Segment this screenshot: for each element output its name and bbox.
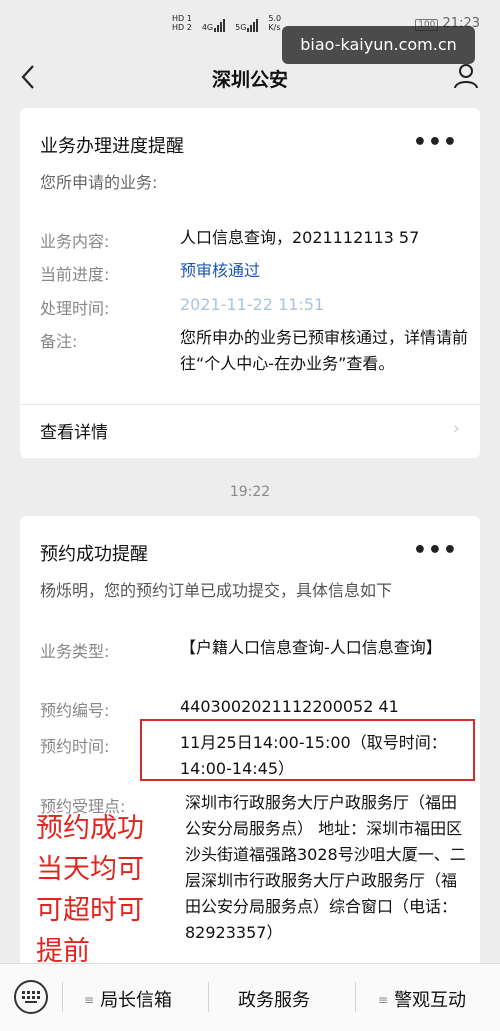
more-options-button[interactable]: ••• (413, 132, 458, 154)
keyboard-toggle-button[interactable] (14, 980, 48, 1014)
divider (355, 982, 356, 1012)
row-label: 业务类型: (40, 642, 110, 661)
more-options-button[interactable]: ••• (413, 540, 458, 562)
progress-reminder-card: 业务办理进度提醒 ••• 您所申请的业务: 业务内容: 人口信息查询，20211… (20, 108, 480, 458)
tab-police-interaction[interactable]: ≡ 警观互动 (378, 986, 466, 1012)
process-time: 2021-11-22 11:51 (180, 295, 325, 314)
divider (208, 982, 209, 1012)
view-details-link[interactable]: 查看详情 (40, 418, 108, 443)
progress-status: 预审核通过 (180, 261, 261, 280)
menu-icon: ≡ (84, 993, 95, 1007)
keyboard-icon (22, 991, 40, 1003)
card-subtitle: 杨烁明，您的预约订单已成功提交，具体信息如下 (40, 581, 393, 600)
status-icons: HD 1 HD 2 4G 5G 5.0 K/s (172, 14, 286, 32)
remark-text: 您所申办的业务已预审核通过，详情请前往“个人中心-在办业务”查看。 (180, 328, 469, 373)
profile-button[interactable] (452, 62, 480, 90)
row-value: 人口信息查询，2021112113 57 (180, 228, 420, 247)
handwritten-note: 预约成功当天均可可超时可提前 (36, 813, 144, 967)
row-label: 预约时间: (40, 737, 110, 756)
hd2-label: HD 2 (172, 23, 192, 32)
tab-label: 政务服务 (238, 990, 310, 1011)
tab-government-services[interactable]: 政务服务 (238, 986, 310, 1012)
card-title: 预约成功提醒 (40, 544, 148, 565)
message-timestamp: 19:22 (229, 484, 271, 500)
card-subtitle: 您所申请的业务: (40, 173, 158, 192)
signal-icon-2: 5G (235, 19, 259, 32)
hd1-label: HD 1 (172, 14, 192, 23)
nav-bar: 深圳公安 (0, 52, 500, 104)
row-label: 处理时间: (40, 299, 110, 318)
business-type: 【户籍人口信息查询-人口信息查询】 (180, 638, 442, 657)
row-label: 业务内容: (40, 232, 110, 251)
net2-label: 5G (235, 23, 247, 32)
tab-label: 局长信箱 (100, 990, 173, 1011)
appointment-number: 4403002021112200052 41 (180, 697, 399, 716)
card-title: 业务办理进度提醒 (40, 136, 184, 157)
service-location: 深圳市行政服务大厅户政服务厅（福田公安分局服务点） 地址：深圳市福田区沙头街道福… (185, 793, 466, 942)
tab-director-mailbox[interactable]: ≡ 局长信箱 (84, 986, 172, 1012)
divider (20, 404, 480, 405)
bottom-menu-bar: ≡ 局长信箱 政务服务 ≡ 警观互动 (0, 963, 500, 1031)
signal-icon-1: 4G (201, 19, 226, 32)
divider (62, 982, 63, 1012)
net1-label: 4G (201, 23, 214, 32)
user-icon (454, 64, 478, 89)
page-title: 深圳公安 (211, 69, 288, 91)
menu-icon: ≡ (378, 993, 389, 1007)
chevron-right-icon: › (452, 418, 460, 439)
row-label: 预约编号: (40, 701, 110, 720)
row-label: 备注: (40, 332, 78, 351)
highlight-box (140, 719, 475, 781)
row-label: 当前进度: (40, 265, 110, 284)
tab-label: 警观互动 (394, 990, 467, 1011)
